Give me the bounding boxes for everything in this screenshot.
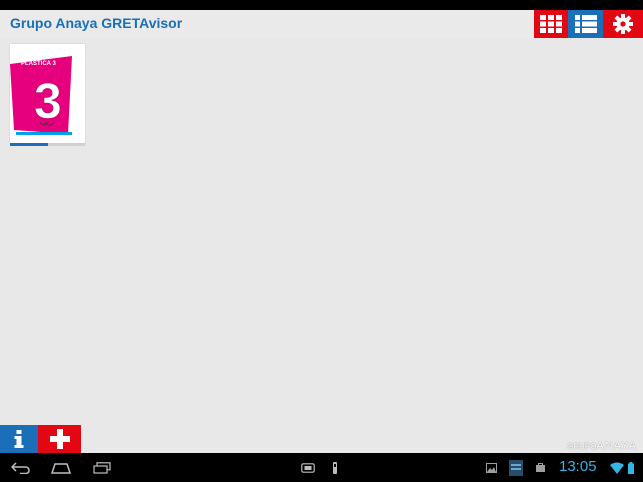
book-download-progress: [10, 143, 85, 146]
add-button[interactable]: [38, 425, 81, 453]
list-view-button[interactable]: [568, 10, 603, 38]
gallery-notification[interactable]: [484, 453, 498, 482]
app-title: Grupo Anaya GRETAvisor: [10, 15, 183, 31]
book-cover[interactable]: PLÁSTICA 3 3: [10, 44, 85, 144]
info-button[interactable]: [0, 425, 38, 453]
screenshot-icon: [301, 462, 315, 473]
plus-icon: [49, 429, 70, 449]
gear-icon: [613, 14, 633, 34]
book-cover-title: PLÁSTICA 3: [21, 60, 56, 67]
book-cover-art: PLÁSTICA 3 3: [10, 44, 85, 144]
shop-icon: [535, 463, 545, 472]
battery-status: [626, 453, 636, 482]
book-cover-number: 3: [34, 73, 62, 129]
screenshot-button[interactable]: [298, 453, 318, 482]
usb-icon: [333, 461, 337, 474]
sd-card-notification[interactable]: [507, 453, 525, 482]
wifi-icon: [610, 462, 624, 474]
battery-icon: [628, 461, 634, 474]
back-icon: [11, 461, 30, 474]
settings-button[interactable]: [603, 10, 643, 38]
wifi-status: [609, 453, 625, 482]
recent-apps-icon: [93, 461, 111, 474]
list-view-icon: [574, 15, 597, 33]
gallery-icon: [485, 462, 497, 473]
clock: 13:05: [559, 458, 597, 475]
shop-notification[interactable]: [533, 453, 547, 482]
back-button[interactable]: [8, 453, 34, 482]
home-icon: [51, 462, 71, 474]
recent-apps-button[interactable]: [89, 453, 115, 482]
sd-card-icon: [509, 459, 523, 476]
grupo-anaya-logo: GRUPOANAYA: [566, 440, 637, 452]
system-navigation-bar: 13:05: [0, 453, 643, 482]
book-progress-fill: [10, 143, 48, 146]
usb-status: [329, 453, 341, 482]
status-bar: [0, 0, 643, 10]
info-icon: [14, 430, 24, 448]
grid-view-button[interactable]: [534, 10, 568, 38]
home-button[interactable]: [48, 453, 74, 482]
app-header: Grupo Anaya GRETAvisor: [0, 10, 643, 38]
grid-view-icon: [540, 15, 562, 33]
